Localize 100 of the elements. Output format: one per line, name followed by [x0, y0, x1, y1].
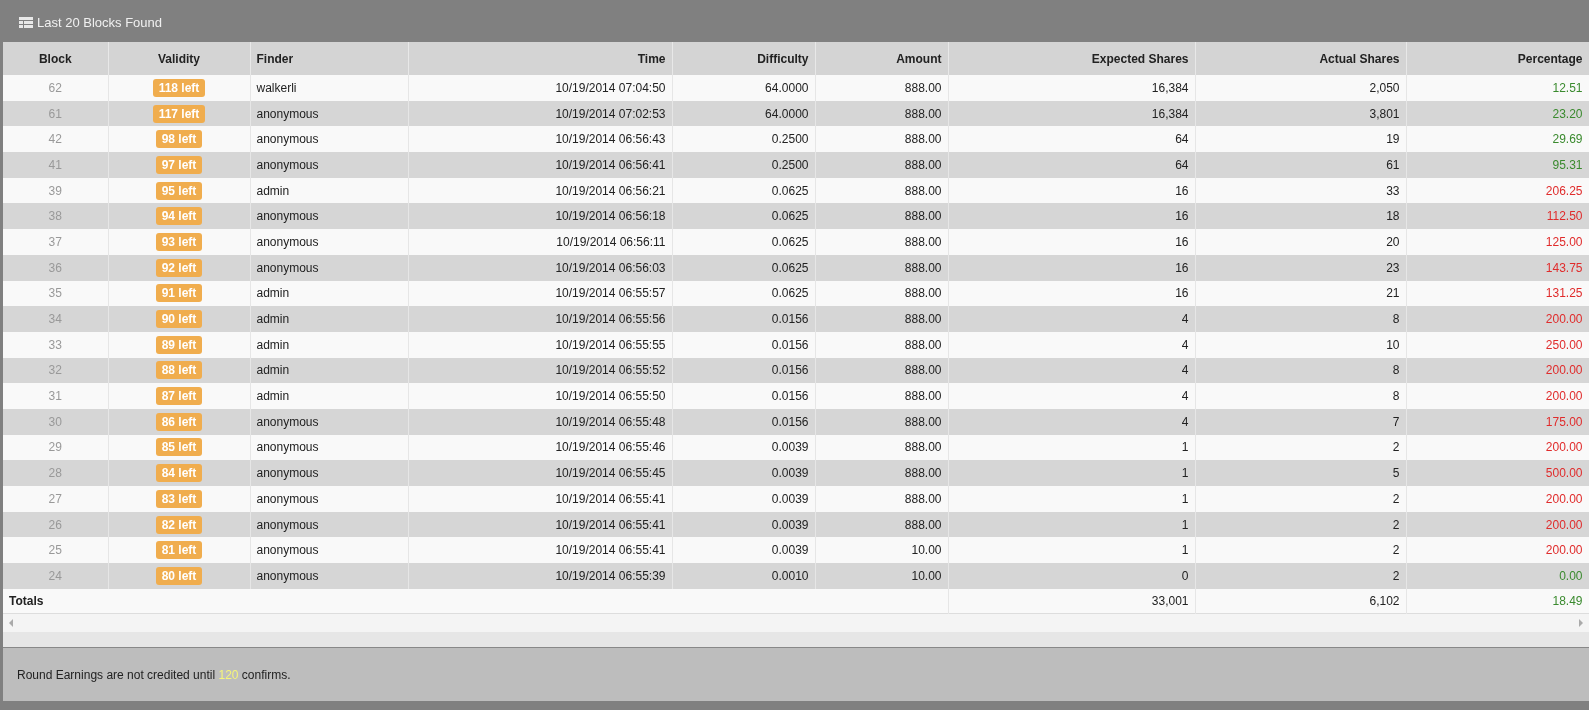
table-cell: 1	[948, 486, 1195, 512]
percentage-value: 12.51	[1552, 80, 1583, 95]
table-cell: 10/19/2014 06:56:41	[408, 152, 672, 178]
table-cell: 0.0156	[672, 331, 815, 358]
percentage-value: 23.20	[1552, 106, 1583, 121]
table-cell: 10/19/2014 06:56:11	[408, 229, 672, 255]
table-cell: 4	[948, 408, 1195, 435]
table-cell: anonymous	[250, 408, 408, 435]
validity-badge: 93 left	[155, 232, 203, 251]
table-cell: 64	[948, 152, 1195, 178]
percentage-value: 143.75	[1545, 260, 1583, 275]
percentage-value: 175.00	[1545, 414, 1583, 429]
scroll-left-icon[interactable]	[9, 619, 13, 628]
percentage-value: 200.00	[1545, 543, 1583, 558]
percentage-value: 125.00	[1545, 234, 1583, 249]
validity-badge: 82 left	[155, 515, 203, 534]
validity-badge: 91 left	[155, 284, 203, 303]
table-cell: 888.00	[815, 152, 948, 178]
table-cell: anonymous	[250, 254, 408, 281]
table-cell: 888.00	[815, 306, 948, 332]
percentage-value: 95.31	[1552, 157, 1583, 172]
table-cell: 888.00	[815, 486, 948, 512]
table-cell: 10/19/2014 06:56:03	[408, 254, 672, 281]
validity-badge: 117 left	[152, 104, 206, 123]
table-cell: 0	[948, 563, 1195, 589]
table-cell: admin	[250, 383, 408, 409]
table-cell: 10/19/2014 06:55:39	[408, 563, 672, 589]
table-cell: 41	[3, 152, 108, 178]
table-cell: 33,001	[948, 588, 1195, 614]
scroll-right-icon[interactable]	[1579, 619, 1583, 628]
table-cell: 33	[3, 331, 108, 358]
validity-badge: 88 left	[155, 361, 203, 380]
table-cell: 8	[1195, 383, 1406, 409]
table-cell: 16	[948, 254, 1195, 281]
table-cell: 888.00	[815, 254, 948, 281]
table-icon	[19, 17, 33, 28]
percentage-value: 200.00	[1545, 517, 1583, 532]
table-cell: 27	[3, 486, 108, 512]
table-cell: 64.0000	[672, 75, 815, 101]
table-cell: 62	[3, 75, 108, 101]
table-cell: 23	[1195, 254, 1406, 281]
table-cell: 61	[1195, 152, 1406, 178]
table-cell: 4	[948, 331, 1195, 358]
validity-badge: 83 left	[155, 489, 203, 508]
validity-badge: 81 left	[155, 541, 203, 560]
percentage-value: 200.00	[1545, 389, 1583, 404]
table-cell: 10/19/2014 06:55:56	[408, 306, 672, 332]
validity-badge: 90 left	[155, 310, 203, 329]
table-cell: 0.0156	[672, 306, 815, 332]
table-cell: 10/19/2014 06:55:50	[408, 383, 672, 409]
validity-badge: 97 left	[155, 155, 203, 174]
percentage-value: 200.00	[1545, 491, 1583, 506]
table-cell: 2,050	[1195, 75, 1406, 101]
validity-badge: 80 left	[155, 566, 203, 585]
percentage-value: 206.25	[1545, 183, 1583, 198]
table-cell: admin	[250, 306, 408, 332]
percentage-value: 200.00	[1545, 363, 1583, 378]
table-cell: 10.00	[815, 563, 948, 589]
panel-title: Last 20 Blocks Found	[37, 13, 163, 32]
table-cell: 16,384	[948, 75, 1195, 101]
percentage-value: 112.50	[1546, 209, 1583, 224]
table-cell: 0.0039	[672, 486, 815, 512]
table-cell: 0.2500	[672, 152, 815, 178]
table-cell: 36	[3, 254, 108, 281]
percentage-value: 200.00	[1545, 440, 1583, 455]
table-cell: 7	[1195, 408, 1406, 435]
table-cell: 6,102	[1195, 588, 1406, 614]
validity-badge: 118 left	[152, 78, 206, 97]
table-cell: 31	[3, 383, 108, 409]
table-cell: 20	[1195, 229, 1406, 255]
table-cell: anonymous	[250, 563, 408, 589]
table-cell: 888.00	[815, 408, 948, 435]
table-cell: 37	[3, 229, 108, 255]
table-cell: 4	[948, 383, 1195, 409]
percentage-value: 131.25	[1545, 286, 1583, 301]
validity-badge: 95 left	[155, 181, 203, 200]
validity-badge: 86 left	[155, 412, 203, 431]
percentage-value: 18.49	[1552, 594, 1583, 608]
horizontal-scrollbar[interactable]	[3, 614, 1589, 633]
percentage-value: 29.69	[1552, 132, 1583, 147]
validity-badge: 98 left	[155, 130, 203, 149]
table-cell: 0.0625	[672, 229, 815, 255]
table-cell: 888.00	[815, 75, 948, 101]
percentage-value: 250.00	[1545, 337, 1583, 352]
table-cell: 888.00	[815, 331, 948, 358]
percentage-value: 0.00	[1559, 568, 1583, 583]
table-cell: 2	[1195, 563, 1406, 589]
table-cell: 10/19/2014 06:55:48	[408, 408, 672, 435]
validity-badge: 94 left	[155, 207, 203, 226]
totals-label: Totals	[3, 588, 948, 614]
validity-badge: 84 left	[155, 464, 203, 483]
table-cell: 2	[1195, 486, 1406, 512]
table-cell: 10/19/2014 07:04:50	[408, 75, 672, 101]
table-cell: 30	[3, 408, 108, 435]
table-cell: 10	[1195, 331, 1406, 358]
percentage-value: 500.00	[1545, 466, 1583, 481]
table-cell: 10/19/2014 06:55:41	[408, 486, 672, 512]
table-cell: 888.00	[815, 383, 948, 409]
table-cell: 16	[948, 229, 1195, 255]
table-cell: 4	[948, 306, 1195, 332]
